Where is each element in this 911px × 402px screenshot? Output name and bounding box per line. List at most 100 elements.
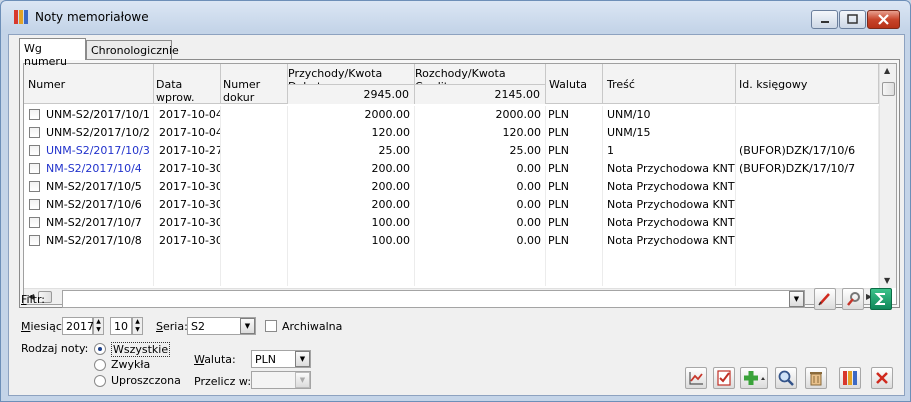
radio-zwykla[interactable] (94, 359, 106, 371)
chart-button[interactable] (685, 367, 707, 389)
filter-input[interactable] (62, 290, 805, 308)
delete-button[interactable] (805, 367, 827, 389)
cell-tresc: 1 (603, 142, 736, 160)
cell-numer: UNM-S2/2017/10/3 (24, 142, 154, 160)
tab-chronologicznie[interactable]: Chronologicznie (86, 40, 179, 60)
row-checkbox[interactable] (29, 199, 40, 210)
table-row[interactable]: NM-S2/2017/10/5 2017-10-30 200.00 0.00 PLN No… (24, 178, 879, 196)
row-checkbox[interactable] (29, 181, 40, 192)
col-header-waluta[interactable]: Waluta (546, 64, 603, 104)
filter-settings-button[interactable] (842, 288, 864, 310)
close-button[interactable] (871, 367, 893, 389)
add-button[interactable] (740, 367, 768, 389)
registers-button[interactable] (839, 367, 861, 389)
year-input[interactable]: 2017 (62, 317, 94, 335)
empty-cell (221, 268, 288, 286)
cell-data: 2017-10-30 (154, 214, 221, 232)
row-checkbox[interactable] (29, 127, 40, 138)
cell-data: 2017-10-30 (154, 196, 221, 214)
col-header-numer[interactable]: Numer (24, 64, 154, 104)
tab-label: Wg numeru (24, 42, 67, 68)
minimize-button[interactable] (811, 10, 838, 29)
row-checkbox[interactable] (29, 235, 40, 246)
cell-tresc: UNM/15 (603, 124, 736, 142)
cell-waluta: PLN (546, 106, 603, 124)
cell-credit: 0.00 (415, 214, 546, 232)
row-checkbox[interactable] (29, 109, 40, 120)
archiwalna-checkbox[interactable] (265, 320, 277, 332)
scroll-thumb[interactable] (882, 82, 895, 96)
radio-wszystkie[interactable] (94, 343, 106, 355)
cell-data: 2017-10-30 (154, 178, 221, 196)
month-input[interactable]: 10 (110, 317, 132, 335)
cell-numer-dok (221, 106, 288, 124)
year-spinner[interactable]: ▲ ▼ (93, 317, 104, 335)
row-checkbox[interactable] (29, 217, 40, 228)
vertical-scrollbar[interactable]: ▲ ▼ (879, 64, 896, 288)
cell-debet: 200.00 (288, 196, 415, 214)
empty-cell (288, 268, 415, 286)
cell-debet: 120.00 (288, 124, 415, 142)
cell-waluta: PLN (546, 232, 603, 250)
cell-tresc: Nota Przychodowa KNT (603, 214, 736, 232)
cell-tresc: Nota Przychodowa KNT (603, 160, 736, 178)
close-window-button[interactable] (867, 10, 900, 29)
cell-id-ksieg (736, 124, 879, 142)
notes-grid[interactable]: Numer Data wprow. Numer dokur Przychody/… (23, 63, 897, 305)
search-icon (778, 370, 794, 386)
minimize-icon (821, 21, 829, 23)
table-row[interactable]: UNM-S2/2017/10/3 2017-10-27 25.00 25.00 PLN 1… (24, 142, 879, 160)
seria-dropdown-button[interactable]: ▼ (240, 318, 255, 334)
col-header-id-ksiegowy[interactable]: Id. księgowy (736, 64, 879, 104)
tab-wg-numeru[interactable]: Wg numeru (19, 38, 86, 68)
table-row[interactable]: NM-S2/2017/10/4 2017-10-30 200.00 0.00 PLN No… (24, 160, 879, 178)
cell-numer-dok (221, 214, 288, 232)
cell-numer: NM-S2/2017/10/7 (24, 214, 154, 232)
empty-cell (415, 268, 546, 286)
table-row[interactable]: NM-S2/2017/10/7 2017-10-30 100.00 0.00 PLN No… (24, 214, 879, 232)
col-header-debet[interactable]: Przychody/Kwota Debet 2945.00 (288, 64, 415, 104)
przelicz-label: Przelicz w: (194, 375, 252, 388)
filter-dropdown-button[interactable]: ▼ (789, 291, 804, 307)
col-header-numer-dok[interactable]: Numer dokur (221, 64, 288, 104)
col-header-credit[interactable]: Rozchody/Kwota Credit 2145.00 (415, 64, 546, 104)
cell-id-ksieg (736, 214, 879, 232)
table-row[interactable]: NM-S2/2017/10/8 2017-10-30 100.00 0.00 PLN No… (24, 232, 879, 250)
row-checkbox[interactable] (29, 145, 40, 156)
maximize-button[interactable] (839, 10, 866, 29)
sum-button[interactable] (870, 288, 892, 310)
radio-uproszczona[interactable] (94, 375, 106, 387)
cell-credit: 0.00 (415, 196, 546, 214)
search-button[interactable] (775, 367, 797, 389)
scroll-down-icon[interactable]: ▼ (884, 276, 890, 285)
cell-credit: 120.00 (415, 124, 546, 142)
row-checkbox[interactable] (29, 163, 40, 174)
waluta-dropdown-button[interactable]: ▼ (295, 351, 310, 367)
table-row[interactable]: UNM-S2/2017/10/1 2017-10-04 2000.00 2000.00… (24, 106, 879, 124)
empty-row (24, 268, 879, 286)
przelicz-dropdown-button[interactable]: ▼ (295, 372, 310, 388)
cell-numer: UNM-S2/2017/10/1 (24, 106, 154, 124)
empty-cell (546, 250, 603, 268)
month-spinner[interactable]: ▲ ▼ (132, 317, 143, 335)
cell-numer: UNM-S2/2017/10/2 (24, 124, 154, 142)
table-row[interactable]: NM-S2/2017/10/6 2017-10-30 200.00 0.00 PLN No… (24, 196, 879, 214)
cell-id-ksieg (736, 178, 879, 196)
empty-cell (154, 268, 221, 286)
col-header-tresc[interactable]: Treść (603, 64, 736, 104)
cell-tresc: Nota Przychodowa KNT (603, 196, 736, 214)
cell-tresc: Nota Przychodowa KNT (603, 232, 736, 250)
cell-id-ksieg (736, 232, 879, 250)
col-header-data[interactable]: Data wprow. (154, 64, 221, 104)
cell-numer-dok (221, 142, 288, 160)
cell-credit: 0.00 (415, 160, 546, 178)
pencil-clear-icon (818, 293, 830, 306)
table-row[interactable]: UNM-S2/2017/10/2 2017-10-04 120.00 120.00 PL… (24, 124, 879, 142)
tab-panel: Numer Data wprow. Numer dokur Przychody/… (19, 59, 900, 308)
clear-filter-button[interactable] (814, 288, 836, 310)
tab-label: Chronologicznie (91, 44, 179, 57)
cell-numer-dok (221, 232, 288, 250)
scroll-up-icon[interactable]: ▲ (884, 66, 890, 75)
empty-cell (221, 250, 288, 268)
confirm-document-button[interactable] (713, 367, 735, 389)
